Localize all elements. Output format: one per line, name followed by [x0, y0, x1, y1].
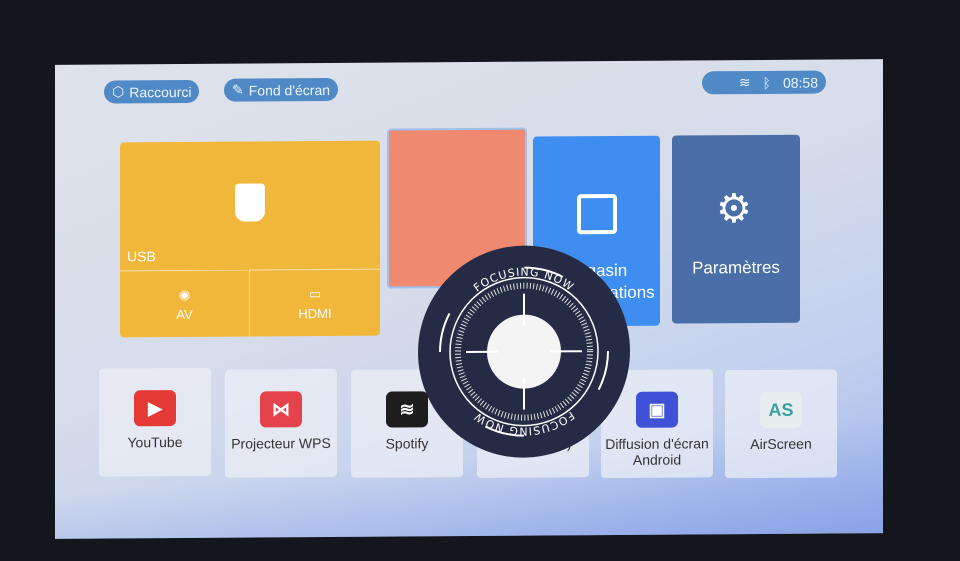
clock: 08:58 — [782, 74, 818, 91]
wallpaper-button[interactable]: ✎ Fond d'écran — [224, 77, 339, 102]
settings-tile[interactable]: ⚙ Paramètres — [672, 134, 800, 324]
hdmi-icon: ▭ — [308, 285, 322, 301]
focus-text-top: FOCUSING NOW — [471, 265, 576, 294]
svg-text:FOCUSING NOW: FOCUSING NOW — [471, 409, 576, 438]
shortcut-icon: ⬡ — [112, 83, 125, 100]
app-label: YouTube — [127, 434, 183, 451]
app-tile[interactable]: AS AirScreen — [725, 369, 837, 479]
svg-text:FOCUSING NOW: FOCUSING NOW — [471, 265, 576, 294]
store-icon — [577, 193, 617, 235]
app-icon: ▶ — [134, 390, 176, 427]
usb-label: USB — [127, 248, 156, 265]
usb-icon — [235, 183, 265, 222]
edit-icon: ✎ — [232, 81, 244, 98]
shortcut-label: Raccourci — [129, 83, 192, 100]
av-label: AV — [176, 306, 193, 322]
av-icon: ◉ — [178, 286, 191, 302]
settings-label: Paramètres — [692, 257, 780, 278]
app-label: AirScreen — [750, 435, 812, 453]
bluetooth-icon: ᛒ — [762, 74, 771, 91]
hdmi-button[interactable]: ▭ HDMI — [250, 268, 380, 337]
wallpaper-label: Fond d'écran — [248, 81, 331, 99]
app-tile[interactable]: ▶ YouTube — [99, 367, 211, 477]
gear-icon: ⚙ — [716, 187, 752, 232]
hdmi-label: HDMI — [298, 305, 332, 321]
focus-reticle-icon: FOCUSING NOW FOCUSING NOW — [439, 265, 609, 438]
app-label: Projecteur WPS — [231, 434, 331, 452]
usb-tile[interactable]: USB ◉ AV ▭ HDMI — [120, 140, 380, 338]
app-tile[interactable]: ⋈ Projecteur WPS — [225, 368, 337, 478]
app-icon: ⋈ — [260, 391, 302, 428]
status-bar: ≋ ᛒ 08:58 — [702, 70, 826, 95]
av-button[interactable]: ◉ AV — [120, 269, 250, 338]
wifi-icon: ≋ — [738, 74, 751, 91]
focusing-overlay: FOCUSING NOW FOCUSING NOW — [418, 244, 630, 459]
shortcut-button[interactable]: ⬡ Raccourci — [104, 79, 200, 104]
focus-text-bottom: FOCUSING NOW — [471, 409, 576, 438]
app-icon: AS — [760, 391, 802, 428]
projector-home-screen: ⬡ Raccourci ✎ Fond d'écran ≋ ᛒ 08:58 USB ◉ AV… — [55, 59, 883, 539]
app-icon: ▣ — [636, 391, 678, 428]
